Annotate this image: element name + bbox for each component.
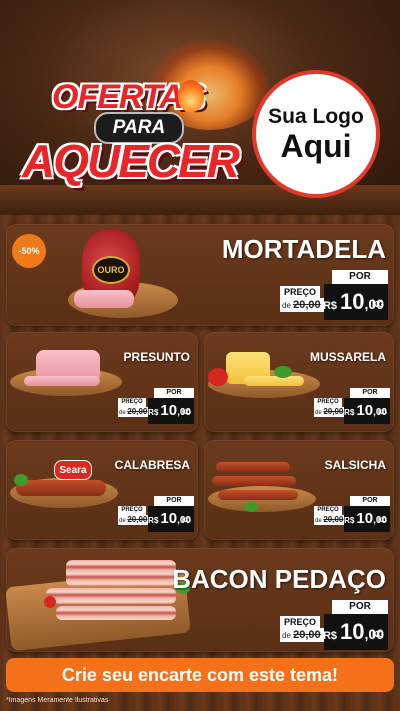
campaign-logo: OFERTAS PARA AQUECER — [10, 70, 260, 190]
flyer-page: OFERTAS PARA AQUECER Sua Logo Aqui -50% … — [0, 0, 400, 711]
old-price: de 20,00 — [280, 628, 324, 642]
preco-label: PREÇO — [118, 506, 146, 515]
product-card-presunto[interactable]: PRESUNTO POR PREÇO de 20,00 KG R$ 10,00 — [6, 332, 198, 432]
logo-text-line1: Sua Logo — [268, 105, 364, 128]
price-tag: POR PREÇO de 20,00 KG R$ 10,00 — [280, 270, 388, 326]
old-price: de 20,00 — [280, 298, 324, 312]
product-name: CALABRESA — [114, 458, 190, 472]
preco-label: PREÇO — [118, 398, 146, 407]
product-card-mussarela[interactable]: MUSSARELA POR PREÇO de 20,00 KG R$ 10,00 — [204, 332, 394, 432]
herbs-image — [244, 502, 258, 512]
cta-button[interactable]: Crie seu encarte com este tema! — [6, 658, 394, 692]
campaign-title-line3: AQUECER — [22, 135, 240, 187]
new-price: KG R$ 10,00 — [148, 398, 194, 424]
store-logo-placeholder[interactable]: Sua Logo Aqui — [252, 70, 380, 198]
brand-label: Seara — [54, 460, 92, 480]
presunto-slices-image — [24, 376, 100, 386]
product-card-mortadela[interactable]: -50% OURO MORTADELA POR PREÇO de 20,00 K… — [6, 224, 394, 326]
por-label: POR — [154, 388, 194, 398]
old-price: de 20,00 — [118, 407, 148, 417]
por-label: POR — [332, 270, 388, 284]
product-name: PRESUNTO — [123, 350, 190, 364]
por-label: POR — [332, 600, 388, 614]
new-price: KG R$ 10,00 — [148, 506, 194, 532]
salsicha-image — [216, 462, 290, 472]
product-name: MUSSARELA — [309, 350, 386, 364]
price-tag: POR PREÇO de 20,00 KG R$ 10,00 — [314, 496, 390, 536]
product-card-calabresa[interactable]: Seara CALABRESA POR PREÇO de 20,00 KG R$… — [6, 440, 198, 540]
old-price: de 20,00 — [118, 515, 148, 525]
footnote: *Imagens Meramente Ilustrativas — [6, 697, 109, 704]
bacon-slices-image — [46, 588, 176, 604]
logo-text-line2: Aqui — [280, 128, 352, 164]
price-tag: POR PREÇO de 20,00 KG R$ 10,00 — [314, 388, 390, 428]
salsicha-image — [218, 490, 298, 500]
preco-label: PREÇO — [280, 286, 320, 298]
product-name: SALSICHA — [324, 458, 386, 472]
old-price: de 20,00 — [314, 515, 344, 525]
product-card-salsicha[interactable]: SALSICHA POR PREÇO de 20,00 KG R$ 10,00 — [204, 440, 394, 540]
por-label: POR — [350, 496, 390, 506]
new-price: KG R$ 10,00 — [344, 398, 390, 424]
price-tag: POR PREÇO de 20,00 KG R$ 10,00 — [118, 496, 194, 536]
mortadela-slices-image — [74, 290, 134, 308]
header-banner: OFERTAS PARA AQUECER Sua Logo Aqui — [0, 0, 400, 215]
preco-label: PREÇO — [314, 506, 342, 515]
product-name: BACON PEDAÇO — [172, 564, 386, 594]
por-label: POR — [154, 496, 194, 506]
flame-icon — [178, 80, 204, 112]
bacon-image — [66, 560, 176, 586]
preco-label: PREÇO — [314, 398, 342, 407]
por-label: POR — [350, 388, 390, 398]
discount-badge: -50% — [12, 234, 46, 268]
old-price: de 20,00 — [314, 407, 344, 417]
price-tag: POR PREÇO de 20,00 KG R$ 10,00 — [118, 388, 194, 428]
preco-label: PREÇO — [280, 616, 320, 628]
salsicha-image — [212, 476, 296, 486]
herbs-image — [274, 366, 292, 378]
bacon-slices-image — [56, 606, 176, 620]
mussarela-slices-image — [244, 376, 304, 386]
calabresa-image — [16, 480, 106, 496]
tomato-image — [44, 596, 56, 608]
tomato-image — [208, 368, 228, 386]
product-name: MORTADELA — [221, 234, 386, 264]
product-card-bacon[interactable]: BACON PEDAÇO POR PREÇO de 20,00 KG R$ 10,… — [6, 548, 394, 652]
herbs-image — [14, 474, 28, 486]
new-price: KG R$ 10,00 — [344, 506, 390, 532]
new-price: KG R$ 10,00 — [323, 614, 388, 650]
new-price: KG R$ 10,00 — [323, 284, 388, 320]
brand-label: OURO — [92, 256, 130, 284]
price-tag: POR PREÇO de 20,00 KG R$ 10,00 — [280, 600, 388, 652]
